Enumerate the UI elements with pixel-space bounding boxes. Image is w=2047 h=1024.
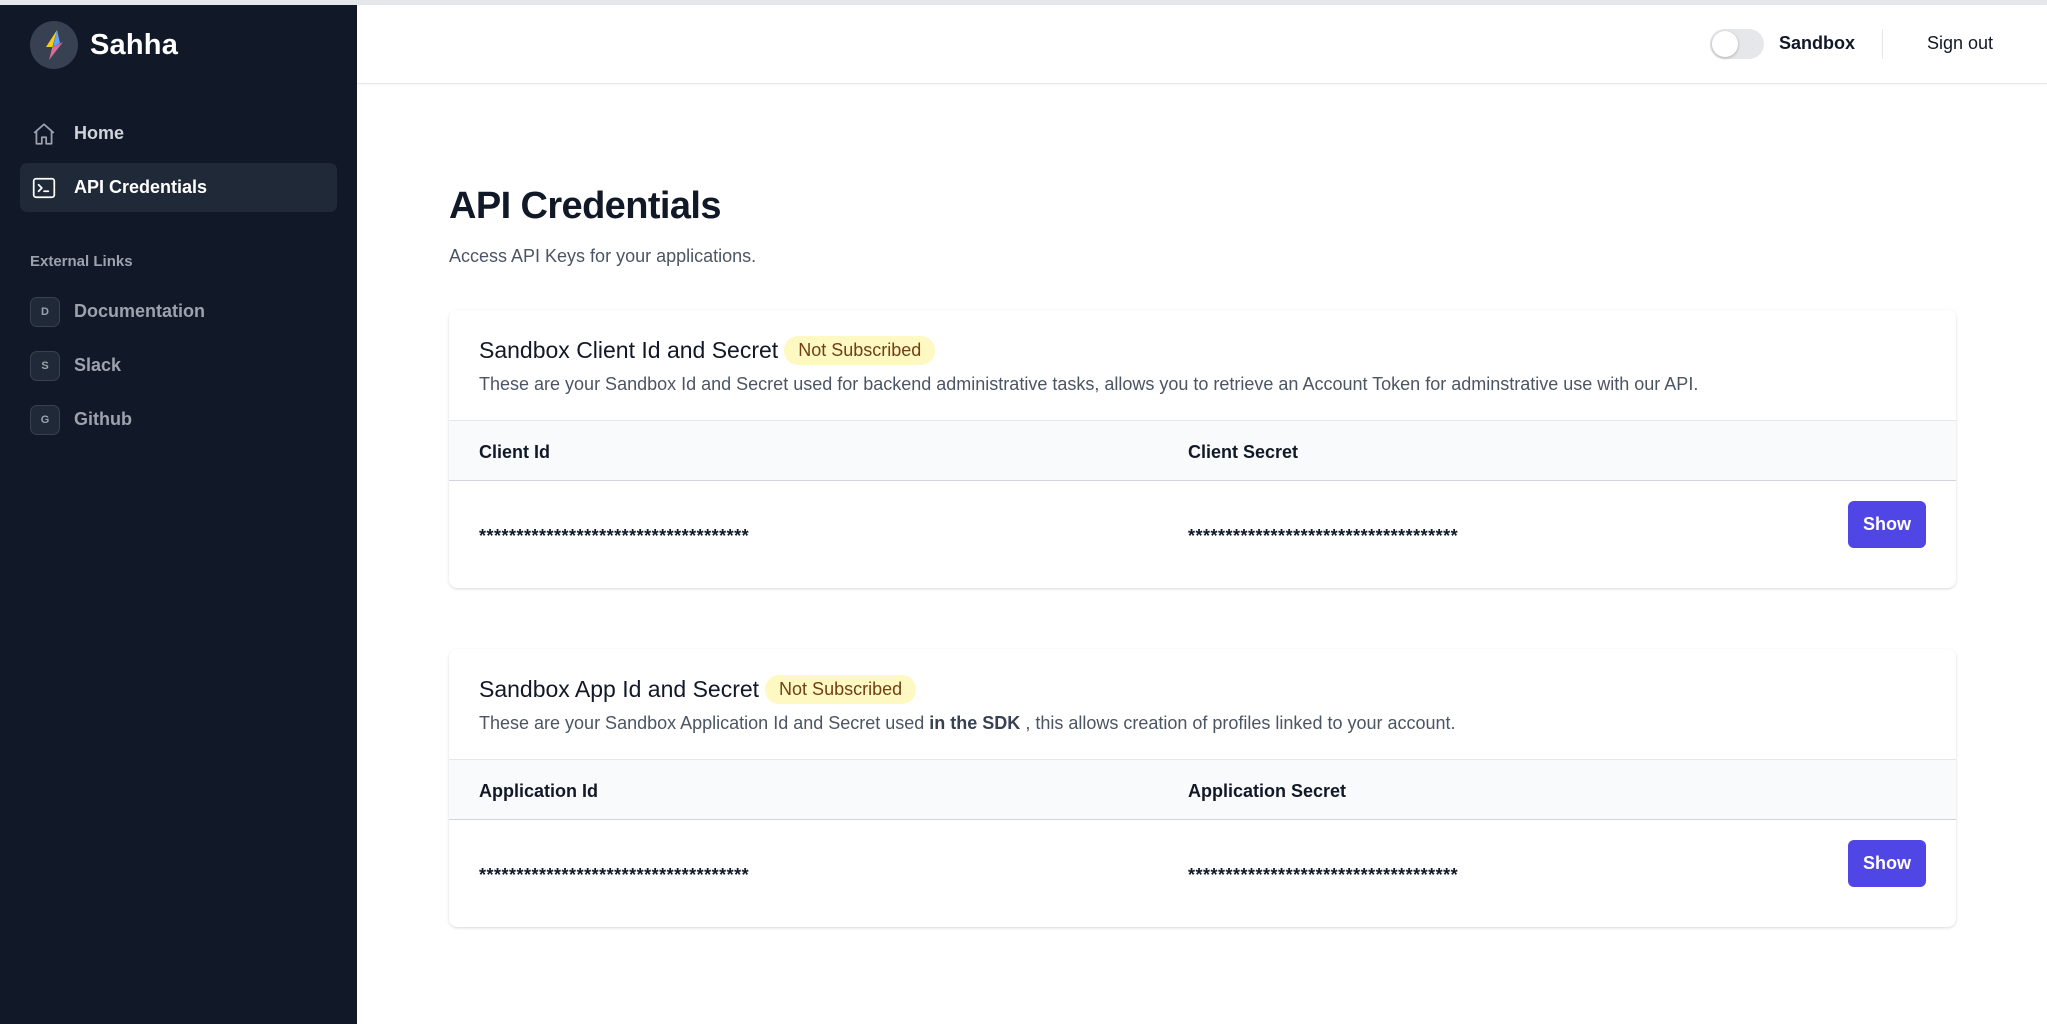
home-icon	[30, 120, 58, 148]
card-title: Sandbox Client Id and Secret	[479, 337, 779, 363]
status-badge: Not Subscribed	[784, 336, 936, 365]
show-client-credentials-button[interactable]: Show	[1848, 501, 1926, 548]
terminal-icon	[30, 174, 58, 202]
brand-name: Sahha	[90, 28, 179, 61]
client-id-value: ************************************	[479, 526, 750, 546]
sidebar-item-documentation[interactable]: D Documentation	[20, 287, 337, 336]
sidebar-item-github[interactable]: G Github	[20, 395, 337, 444]
external-links-heading: External Links	[30, 253, 133, 270]
brand-logo-row[interactable]: Sahha	[30, 21, 178, 69]
page-title: API Credentials	[449, 185, 721, 227]
sidebar-item-label: API Credentials	[74, 177, 208, 197]
description-text: These are your Sandbox Application Id an…	[479, 713, 930, 733]
client-secret-value: ************************************	[1188, 526, 1459, 546]
sidebar-item-slack[interactable]: S Slack	[20, 341, 337, 390]
column-header-application-secret: Application Secret	[1188, 781, 1347, 801]
card-title: Sandbox App Id and Secret	[479, 676, 760, 702]
slack-letter-icon: S	[30, 350, 60, 381]
column-header-client-secret: Client Secret	[1188, 442, 1299, 462]
sidebar: Sahha Home API Credentials External Link…	[0, 5, 357, 1024]
sidebar-item-label: Home	[74, 123, 125, 143]
documentation-letter-icon: D	[30, 296, 60, 327]
page-subtitle: Access API Keys for your applications.	[449, 246, 757, 266]
sidebar-item-label: Slack	[74, 355, 122, 375]
toggle-knob	[1712, 31, 1738, 57]
show-app-credentials-button[interactable]: Show	[1848, 840, 1926, 887]
table-header: Client Id Client Secret	[449, 420, 1956, 481]
sidebar-item-api-credentials[interactable]: API Credentials	[20, 163, 337, 212]
top-header: Sandbox Sign out	[357, 5, 2047, 84]
table-header: Application Id Application Secret	[449, 759, 1956, 820]
github-letter-icon: G	[30, 404, 60, 435]
sandbox-toggle[interactable]	[1710, 29, 1764, 59]
sahha-logo-icon	[30, 21, 78, 69]
sidebar-item-home[interactable]: Home	[20, 109, 337, 158]
card-description: These are your Sandbox Id and Secret use…	[479, 374, 1699, 394]
card-header: Sandbox Client Id and Secret Not Subscri…	[479, 336, 936, 365]
column-header-application-id: Application Id	[479, 781, 598, 801]
column-header-client-id: Client Id	[479, 442, 550, 462]
card-header: Sandbox App Id and Secret Not Subscribed	[479, 675, 917, 704]
description-text: , this allows creation of profiles linke…	[1020, 713, 1456, 733]
description-emphasis: in the SDK	[929, 713, 1021, 733]
app-credentials-card: Sandbox App Id and Secret Not Subscribed…	[449, 649, 1956, 927]
client-credentials-card: Sandbox Client Id and Secret Not Subscri…	[449, 310, 1956, 588]
application-secret-value: ************************************	[1188, 865, 1459, 885]
sidebar-item-label: Documentation	[74, 301, 206, 321]
card-description: These are your Sandbox Application Id an…	[479, 713, 1456, 734]
status-badge: Not Subscribed	[765, 675, 917, 704]
sandbox-toggle-label: Sandbox	[1779, 33, 1856, 53]
sign-out-button[interactable]: Sign out	[1927, 33, 1993, 54]
sidebar-item-label: Github	[74, 409, 132, 429]
application-id-value: ************************************	[479, 865, 750, 885]
header-divider	[1882, 29, 1883, 59]
